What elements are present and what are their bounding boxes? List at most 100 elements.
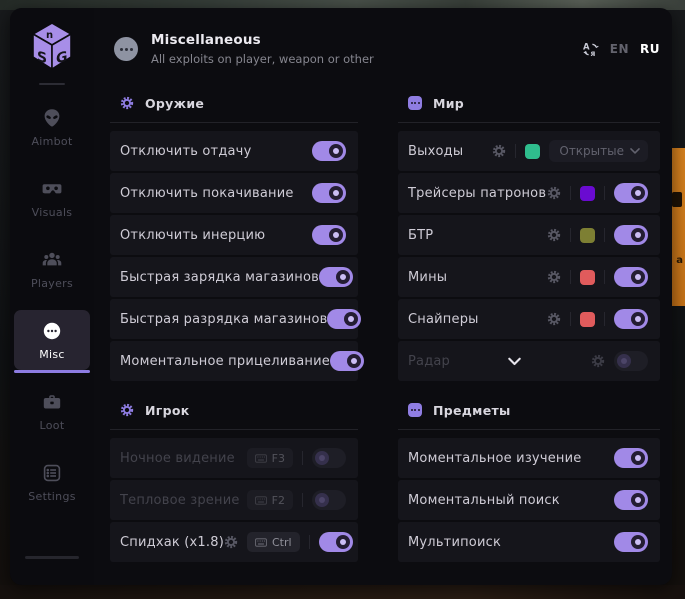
sidebar-item-settings[interactable]: Settings: [14, 452, 90, 512]
ellipsis-circle-icon: [42, 321, 62, 341]
gear-icon[interactable]: [547, 312, 561, 326]
section-right-1: Предметы Моментальное изучение Моментальны…: [398, 397, 660, 562]
feature-row: Быстрая разрядка магазинов: [110, 299, 358, 339]
sidebar-item-loot[interactable]: Loot: [14, 381, 90, 441]
sidebar-item-players[interactable]: Players: [14, 239, 90, 299]
main-area: Miscellaneous All exploits on player, we…: [94, 8, 672, 585]
toggle-on[interactable]: [614, 309, 648, 329]
page-subtitle: All exploits on player, weapon or other: [151, 52, 374, 66]
feature-row: Отключить покачивание: [110, 173, 358, 213]
feature-row: Трейсеры патронов: [398, 173, 660, 213]
separator: [309, 535, 310, 549]
hotkey-label: Ctrl: [272, 536, 292, 549]
toggle-on[interactable]: [327, 309, 361, 329]
feature-label: БТР: [408, 228, 433, 243]
feature-label: Моментальное изучение: [408, 451, 581, 466]
color-swatch[interactable]: [580, 270, 595, 285]
row-controls: [547, 309, 648, 329]
toggle-off[interactable]: [312, 490, 346, 510]
gear-icon[interactable]: [492, 144, 506, 158]
feature-label: Быстрая зарядка магазинов: [120, 270, 319, 285]
sidebar: S G n AimbotVisualsPlayersMiscLootSettin…: [10, 8, 94, 585]
section-header: Оружие: [110, 90, 358, 116]
feature-row: Спидхак (x1.8)Ctrl: [110, 522, 358, 562]
section-right-0: МирВыходыОткрытыеТрейсеры патроновБТРМин…: [398, 90, 660, 381]
translate-icon[interactable]: A я: [582, 41, 599, 58]
briefcase-icon: [42, 392, 62, 412]
toggle-on[interactable]: [312, 183, 346, 203]
separator: [604, 312, 605, 326]
toggle-on[interactable]: [614, 225, 648, 245]
gear-icon: [120, 403, 134, 417]
hotkey-badge[interactable]: F2: [247, 490, 293, 510]
gear-icon[interactable]: [547, 186, 561, 200]
feature-label: Моментальный поиск: [408, 493, 560, 508]
svg-text:n: n: [46, 30, 53, 41]
color-swatch[interactable]: [580, 186, 595, 201]
toggle-knob: [329, 186, 343, 200]
color-swatch[interactable]: [525, 144, 540, 159]
sidebar-item-label: Visuals: [32, 206, 73, 219]
feature-row: БТР: [398, 215, 660, 255]
sidebar-item-aimbot[interactable]: Aimbot: [14, 97, 90, 157]
color-swatch[interactable]: [580, 228, 595, 243]
row-controls: [327, 309, 361, 329]
feature-row: Быстрая зарядка магазинов: [110, 257, 358, 297]
row-controls: Ctrl: [224, 532, 353, 552]
content-grid: Оружие Отключить отдачу Отключить покачива…: [110, 90, 660, 578]
row-controls: [614, 448, 648, 468]
separator: [570, 228, 571, 242]
toggle-knob: [631, 451, 645, 465]
toggle-on[interactable]: [614, 183, 648, 203]
dots-square-icon: [408, 403, 422, 417]
row-controls: [312, 141, 346, 161]
toggle-knob: [336, 270, 350, 284]
toggle-knob: [617, 354, 631, 368]
feature-label: Трейсеры патронов: [408, 186, 546, 201]
sidebar-item-misc[interactable]: Misc: [14, 310, 90, 370]
feature-label: Отключить отдачу: [120, 144, 251, 159]
separator: [604, 186, 605, 200]
section-title: Оружие: [145, 96, 204, 111]
toggle-on[interactable]: [614, 267, 648, 287]
gear-icon[interactable]: [547, 228, 561, 242]
row-controls: F2: [247, 490, 346, 510]
toggle-on[interactable]: [330, 351, 364, 371]
feature-label: Снайперы: [408, 312, 479, 327]
gear-icon[interactable]: [591, 354, 605, 368]
toggle-on[interactable]: [614, 532, 648, 552]
toggle-on[interactable]: [319, 267, 353, 287]
dropdown-select[interactable]: Открытые: [549, 140, 648, 162]
hotkey-badge[interactable]: F3: [247, 448, 293, 468]
toggle-knob: [315, 451, 329, 465]
row-controls: [547, 183, 648, 203]
toggle-knob: [329, 144, 343, 158]
toggle-on[interactable]: [614, 448, 648, 468]
gear-icon[interactable]: [547, 270, 561, 284]
chevron-down-icon[interactable]: [508, 355, 521, 368]
separator: [570, 186, 571, 200]
toggle-on[interactable]: [312, 141, 346, 161]
section-header: Предметы: [398, 397, 660, 423]
svg-text:G: G: [56, 49, 67, 68]
toggle-off[interactable]: [614, 351, 648, 371]
section-left-1: ИгрокНочное видениеF3Тепловое зрениеF2Сп…: [110, 397, 358, 562]
row-controls: [591, 351, 648, 371]
gear-icon[interactable]: [224, 535, 238, 549]
row-controls: [312, 225, 346, 245]
toggle-on[interactable]: [312, 225, 346, 245]
lang-en-button[interactable]: EN: [610, 42, 629, 56]
section-divider: [398, 429, 660, 430]
lang-ru-button[interactable]: RU: [640, 42, 660, 56]
svg-text:я: я: [590, 49, 595, 58]
hotkey-badge[interactable]: Ctrl: [247, 532, 300, 552]
toggle-on[interactable]: [319, 532, 353, 552]
toggle-on[interactable]: [614, 490, 648, 510]
feature-row: Тепловое зрениеF2: [110, 480, 358, 520]
toggle-off[interactable]: [312, 448, 346, 468]
list-icon: [42, 463, 62, 483]
sidebar-item-label: Loot: [40, 419, 65, 432]
separator: [604, 270, 605, 284]
sidebar-item-visuals[interactable]: Visuals: [14, 168, 90, 228]
color-swatch[interactable]: [580, 312, 595, 327]
